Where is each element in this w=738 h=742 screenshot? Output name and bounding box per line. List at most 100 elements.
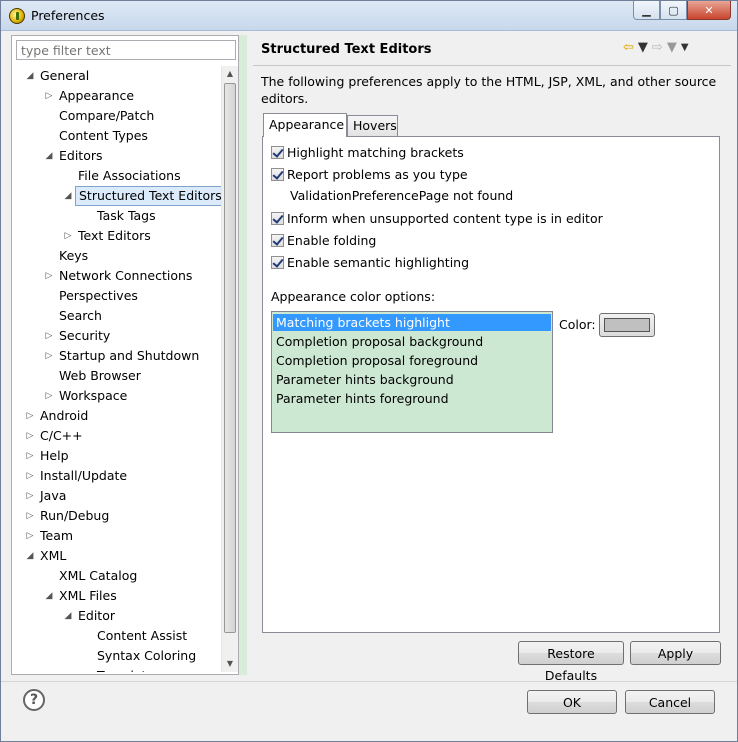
tree-item[interactable]: ▷ Network Connections xyxy=(12,266,222,286)
collapsed-triangle-icon[interactable]: ▷ xyxy=(43,346,55,366)
collapsed-triangle-icon[interactable]: ▷ xyxy=(24,426,36,446)
filter-input[interactable] xyxy=(16,40,236,60)
collapsed-triangle-icon[interactable]: ▷ xyxy=(43,326,55,346)
view-menu-icon[interactable]: ▼ xyxy=(681,41,689,55)
tree-item-label: XML xyxy=(40,548,67,563)
collapsed-triangle-icon[interactable]: ▷ xyxy=(43,86,55,106)
tree-item[interactable]: Perspectives xyxy=(12,286,222,306)
tree-item[interactable]: ▷ Run/Debug xyxy=(12,506,222,526)
maximize-button[interactable]: ▢ xyxy=(660,1,687,20)
scroll-up-arrow-icon[interactable]: ▲ xyxy=(222,66,238,82)
expanded-triangle-icon[interactable]: ◢ xyxy=(43,586,55,606)
checkbox-label: Enable folding xyxy=(287,232,377,248)
checkbox-checked-icon[interactable] xyxy=(271,167,284,181)
tree-item[interactable]: Content Types xyxy=(12,126,222,146)
tree-item[interactable]: ◢ Structured Text Editors xyxy=(12,186,222,206)
tree-item[interactable]: Content Assist xyxy=(12,626,222,646)
tree-item[interactable]: ◢ Editor xyxy=(12,606,222,626)
tree-item[interactable]: File Associations xyxy=(12,166,222,186)
tree-item[interactable]: Task Tags xyxy=(12,206,222,226)
window-controls: ▁ ▢ ✕ xyxy=(633,1,731,21)
collapsed-triangle-icon[interactable]: ▷ xyxy=(24,406,36,426)
collapsed-triangle-icon[interactable]: ▷ xyxy=(43,386,55,406)
tree-item[interactable]: ▷ Java xyxy=(12,486,222,506)
tree-item[interactable]: ▷ C/C++ xyxy=(12,426,222,446)
tree-item-label: Startup and Shutdown xyxy=(59,348,200,363)
cancel-button[interactable]: Cancel xyxy=(625,690,715,714)
expanded-triangle-icon[interactable]: ◢ xyxy=(43,146,55,166)
tree-item-label: XML Catalog xyxy=(59,568,138,583)
tree-item[interactable]: Search xyxy=(12,306,222,326)
tree-item[interactable]: ▷ Security xyxy=(12,326,222,346)
close-button[interactable]: ✕ xyxy=(687,1,731,20)
pane-sash[interactable] xyxy=(239,35,247,675)
expanded-triangle-icon[interactable]: ◢ xyxy=(62,606,74,626)
tab-appearance[interactable]: Appearance xyxy=(263,113,347,137)
checkbox-checked-icon[interactable] xyxy=(271,211,284,225)
restore-defaults-button[interactable]: Restore Defaults xyxy=(518,641,624,683)
tree-item[interactable]: Web Browser xyxy=(12,366,222,386)
ok-button[interactable]: OK xyxy=(527,690,617,714)
expanded-triangle-icon[interactable]: ◢ xyxy=(24,546,36,566)
tree-item[interactable]: Syntax Coloring xyxy=(12,646,222,666)
tree-item[interactable]: ◢ XML Files xyxy=(12,586,222,606)
expanded-triangle-icon[interactable]: ◢ xyxy=(24,66,36,86)
apply-button[interactable]: Apply xyxy=(630,641,721,665)
title-bar[interactable]: Preferences ▁ ▢ ✕ xyxy=(1,1,737,31)
tree-item[interactable]: Templates xyxy=(12,666,222,672)
tree-item[interactable]: ▷ Workspace xyxy=(12,386,222,406)
appearance-panel: Highlight matching brackets Report probl… xyxy=(262,136,720,633)
collapsed-triangle-icon[interactable]: ▷ xyxy=(43,266,55,286)
title-separator xyxy=(253,65,731,66)
tree-item-label: Task Tags xyxy=(97,208,156,223)
tree-item[interactable]: ◢ Editors xyxy=(12,146,222,166)
tree-item[interactable]: ▷ Help xyxy=(12,446,222,466)
scroll-down-arrow-icon[interactable]: ▼ xyxy=(222,656,238,672)
tree-item[interactable]: ▷ Text Editors xyxy=(12,226,222,246)
tree-item[interactable]: ◢ XML xyxy=(12,546,222,566)
report-problems-checkbox[interactable]: Report problems as you type xyxy=(271,165,468,183)
color-option-item[interactable]: Parameter hints foreground xyxy=(273,390,551,407)
collapsed-triangle-icon[interactable]: ▷ xyxy=(24,526,36,546)
collapsed-triangle-icon[interactable]: ▷ xyxy=(24,446,36,466)
checkbox-checked-icon[interactable] xyxy=(271,145,284,159)
color-picker-button[interactable] xyxy=(599,313,655,337)
page-title: Structured Text Editors xyxy=(261,42,432,57)
help-icon[interactable]: ? xyxy=(23,689,45,711)
tree-item-label: Workspace xyxy=(59,388,128,403)
color-options-list[interactable]: Matching brackets highlight Completion pr… xyxy=(271,311,553,433)
back-arrow-icon[interactable]: ⇦ xyxy=(623,41,634,55)
inform-unsupported-checkbox[interactable]: Inform when unsupported content type is … xyxy=(271,209,603,227)
color-option-item[interactable]: Parameter hints background xyxy=(273,371,551,388)
forward-dropdown-icon[interactable]: ▼ xyxy=(667,41,677,55)
tree-item[interactable]: XML Catalog xyxy=(12,566,222,586)
tree-item[interactable]: Compare/Patch xyxy=(12,106,222,126)
highlight-brackets-checkbox[interactable]: Highlight matching brackets xyxy=(271,143,464,161)
tree-item[interactable]: ▷ Startup and Shutdown xyxy=(12,346,222,366)
collapsed-triangle-icon[interactable]: ▷ xyxy=(24,466,36,486)
back-dropdown-icon[interactable]: ▼ xyxy=(638,41,648,55)
tree-scrollbar[interactable]: ▲ ▼ xyxy=(221,66,238,672)
color-option-item[interactable]: Completion proposal foreground xyxy=(273,352,551,369)
scrollbar-thumb[interactable] xyxy=(224,83,236,633)
color-option-item[interactable]: Matching brackets highlight xyxy=(273,314,551,331)
collapsed-triangle-icon[interactable]: ▷ xyxy=(24,506,36,526)
tree-item[interactable]: ▷ Install/Update xyxy=(12,466,222,486)
tab-hovers[interactable]: Hovers xyxy=(347,115,398,137)
color-option-item[interactable]: Completion proposal background xyxy=(273,333,551,350)
tree-item[interactable]: Keys xyxy=(12,246,222,266)
forward-arrow-icon[interactable]: ⇨ xyxy=(652,41,663,55)
tree-item[interactable]: ◢ General xyxy=(12,66,222,86)
tree-item[interactable]: ▷ Appearance xyxy=(12,86,222,106)
tree-item[interactable]: ▷ Team xyxy=(12,526,222,546)
expanded-triangle-icon[interactable]: ◢ xyxy=(62,186,74,206)
enable-semantic-checkbox[interactable]: Enable semantic highlighting xyxy=(271,253,469,271)
checkbox-checked-icon[interactable] xyxy=(271,233,284,247)
minimize-button[interactable]: ▁ xyxy=(633,1,660,20)
checkbox-label: Enable semantic highlighting xyxy=(287,254,470,270)
tree-item[interactable]: ▷ Android xyxy=(12,406,222,426)
collapsed-triangle-icon[interactable]: ▷ xyxy=(24,486,36,506)
collapsed-triangle-icon[interactable]: ▷ xyxy=(62,226,74,246)
checkbox-checked-icon[interactable] xyxy=(271,255,284,269)
enable-folding-checkbox[interactable]: Enable folding xyxy=(271,231,376,249)
